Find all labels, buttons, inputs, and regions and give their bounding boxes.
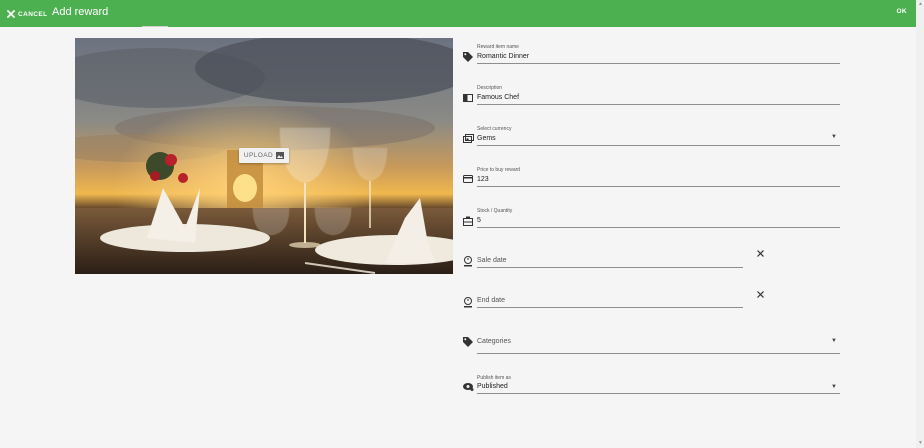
clear-end-date-icon[interactable] [757,291,764,298]
stock-label: Stock / Quantity [477,208,513,214]
date-icon [464,256,472,267]
description-icon [463,94,473,102]
reward-name-field[interactable]: Reward item name Romantic Dinner [463,44,843,66]
inventory-icon [463,216,473,226]
publish-value[interactable]: Published [477,383,508,390]
end-date-input[interactable]: End date [477,297,505,304]
visibility-icon [463,383,474,391]
stock-input[interactable]: 5 [477,217,481,224]
stock-field[interactable]: Stock / Quantity 5 [463,208,843,230]
underline [477,63,840,64]
sale-date-field[interactable]: Sale date [463,250,763,272]
underline [477,267,743,268]
publish-select[interactable]: Publish item as Published ▼ [463,375,843,397]
close-icon [7,10,15,18]
reward-name-input[interactable]: Romantic Dinner [477,53,529,60]
price-input[interactable]: 123 [477,176,489,183]
page-title: Add reward [52,6,109,18]
description-field[interactable]: Description Famous Chef [463,85,843,107]
credit-card-icon [463,175,473,183]
currency-value[interactable]: Gems [477,135,496,142]
price-field[interactable]: Price to buy reward 123 [463,167,843,189]
price-label: Price to buy reward [477,167,521,173]
tag-icon [463,52,473,62]
clear-sale-date-icon[interactable] [757,250,764,257]
ok-button[interactable]: OK [896,8,907,15]
publish-label: Publish item as [477,375,511,381]
categories-input[interactable]: Categories [477,338,511,345]
reward-name-label: Reward item name [477,44,519,50]
cancel-button[interactable]: CANCEL [7,8,47,20]
cancel-label: CANCEL [18,10,48,18]
underline [477,307,743,308]
scroll-down-icon[interactable]: ▼ [918,441,923,446]
upload-label: UPLOAD [243,152,274,159]
currency-select[interactable]: Select currency Gems ▼ [463,126,843,148]
divider [142,26,168,27]
categories-select[interactable]: Categories ▼ [463,336,843,358]
dropdown-arrow-icon[interactable]: ▼ [831,134,837,140]
description-label: Description [477,85,503,91]
tag-icon [463,337,473,347]
underline [477,393,840,394]
underline [477,353,840,354]
upload-button[interactable]: UPLOAD [239,148,289,163]
scroll-up-icon[interactable]: ▲ [918,2,923,7]
currency-icon [463,134,474,143]
app-bar: CANCEL Add reward OK [0,0,916,27]
end-date-field[interactable]: End date [463,291,763,313]
scrollbar[interactable]: ▲ ▼ [916,0,924,448]
underline [477,227,840,228]
dropdown-arrow-icon[interactable]: ▼ [831,384,837,390]
image-icon [276,152,285,159]
underline [477,145,840,146]
description-input[interactable]: Famous Chef [477,94,519,101]
dropdown-arrow-icon[interactable]: ▼ [831,338,837,344]
underline [477,186,840,187]
date-icon [464,297,472,308]
currency-label: Select currency [477,126,512,132]
underline [477,104,840,105]
sale-date-input[interactable]: Sale date [477,257,507,264]
